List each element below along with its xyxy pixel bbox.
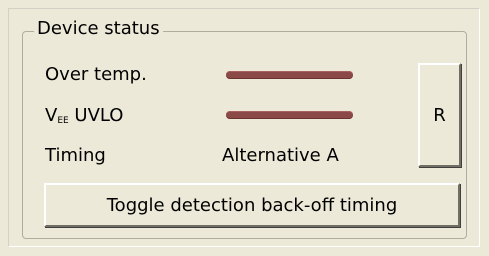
reset-button[interactable]: R	[418, 63, 461, 167]
group-title: Device status	[34, 18, 163, 40]
over-temp-label: Over temp.	[45, 64, 147, 85]
vee-uvlo-indicator	[226, 111, 353, 119]
timing-value: Alternative A	[222, 145, 339, 166]
vee-uvlo-label-prefix: V	[45, 105, 58, 126]
over-temp-indicator	[226, 71, 353, 79]
timing-label: Timing	[45, 145, 106, 166]
vee-uvlo-label-subscript: EE	[57, 116, 69, 126]
vee-uvlo-label-suffix: UVLO	[68, 105, 124, 126]
toggle-detection-backoff-timing-button[interactable]: Toggle detection back-off timing	[44, 183, 460, 227]
vee-uvlo-label: VEE UVLO	[45, 105, 123, 132]
